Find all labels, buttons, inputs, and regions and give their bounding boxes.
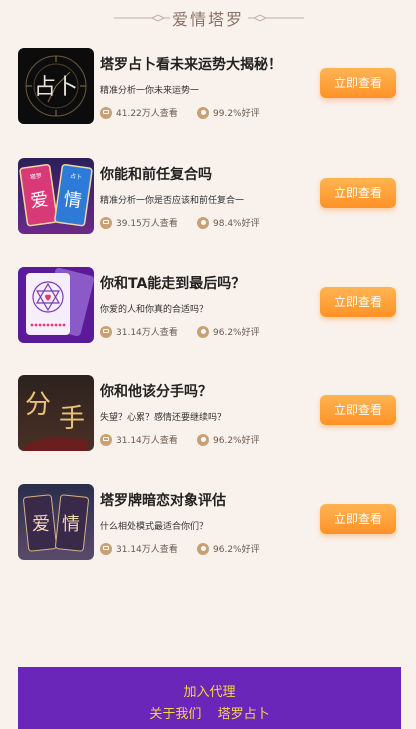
thumb-text: 占卜 xyxy=(34,75,78,100)
clock-divination-icon: 占卜 xyxy=(18,48,94,124)
views-icon xyxy=(100,325,112,338)
list-item[interactable]: 塔罗 爱 占卜 情 你能和前任复合吗 精准分析一你是否应该和前任复合一 39.1… xyxy=(18,158,402,238)
header-ornament-right-icon xyxy=(248,14,304,22)
rating-stat: 96.2%好评 xyxy=(197,542,260,555)
item-thumbnail: 分 手 xyxy=(18,375,94,451)
item-thumbnail xyxy=(18,267,94,343)
footer-links: 关于我们 塔罗占卜 xyxy=(18,703,401,722)
view-now-button[interactable]: 立即查看 xyxy=(320,395,396,425)
thumbs-up-icon xyxy=(197,106,209,119)
rating-stat: 98.4%好评 xyxy=(197,216,260,229)
thumbs-up-icon xyxy=(197,542,209,555)
page-title: 爱情塔罗 xyxy=(171,10,244,29)
rating-value: 96.2%好评 xyxy=(213,436,260,446)
thumbs-up-icon xyxy=(197,325,209,338)
thumb-text: 爱 xyxy=(29,189,50,212)
rating-stat: 96.2%好评 xyxy=(197,325,260,338)
list-item[interactable]: 你和TA能走到最后吗？ 你爱的人和你真的合适吗？ 31.14万人查看 96.2%… xyxy=(18,267,402,347)
thumb-label: 塔罗 xyxy=(29,172,42,182)
item-description: 失望？心累？感情还要继续吗？ xyxy=(100,413,227,423)
item-thumbnail: 塔罗 爱 占卜 情 xyxy=(18,158,94,234)
view-now-button[interactable]: 立即查看 xyxy=(320,68,396,98)
item-thumbnail: 爱 情 xyxy=(18,484,94,560)
join-agent-link[interactable]: 加入代理 xyxy=(18,681,401,700)
views-icon xyxy=(100,542,112,555)
footer: 加入代理 关于我们 塔罗占卜 xyxy=(18,667,401,729)
views-count: 31.14万人查看 xyxy=(116,545,178,555)
thumb-text: 爱 xyxy=(32,514,50,535)
hexagram-card-icon xyxy=(18,267,94,343)
breakup-calligraphy-icon: 分 手 xyxy=(18,375,94,451)
item-description: 精准分析一你是否应该和前任复合一 xyxy=(100,196,245,206)
rating-stat: 99.2%好评 xyxy=(197,106,260,119)
item-title: 塔罗牌暗恋对象评估 xyxy=(100,493,226,509)
rating-value: 96.2%好评 xyxy=(213,545,260,555)
thumb-text: 分 xyxy=(25,390,51,420)
thumbs-up-icon xyxy=(197,433,209,446)
rating-value: 96.2%好评 xyxy=(213,328,260,338)
rating-value: 99.2%好评 xyxy=(213,109,260,119)
thumb-text: 手 xyxy=(59,404,85,434)
item-title: 你和他该分手吗？ xyxy=(100,384,212,400)
item-description: 精准分析一你未来运势一 xyxy=(100,86,200,96)
views-count: 41.22万人查看 xyxy=(116,109,178,119)
item-title: 你能和前任复合吗 xyxy=(100,167,212,183)
love-cards-icon: 爱 情 xyxy=(18,484,94,560)
views-count: 31.14万人查看 xyxy=(116,328,178,338)
views-stat: 39.15万人查看 xyxy=(100,216,178,229)
section-header: 爱情塔罗 xyxy=(0,0,416,38)
list-item[interactable]: 占卜 塔罗占卜看未来运势大揭秘！ 精准分析一你未来运势一 41.22万人查看 9… xyxy=(18,48,402,128)
views-stat: 41.22万人查看 xyxy=(100,106,178,119)
item-description: 什么相处模式最适合你们？ xyxy=(100,522,209,532)
views-count: 39.15万人查看 xyxy=(116,219,178,229)
view-now-button[interactable]: 立即查看 xyxy=(320,178,396,208)
thumb-text: 情 xyxy=(62,189,83,212)
tarot-divination-link[interactable]: 塔罗占卜 xyxy=(218,707,270,722)
item-title: 你和TA能走到最后吗？ xyxy=(100,276,246,292)
views-stat: 31.14万人查看 xyxy=(100,325,178,338)
item-description: 你爱的人和你真的合适吗？ xyxy=(100,305,209,315)
thumbs-up-icon xyxy=(197,216,209,229)
thumb-text: 情 xyxy=(62,514,80,535)
item-title: 塔罗占卜看未来运势大揭秘！ xyxy=(100,57,282,73)
list-item[interactable]: 分 手 你和他该分手吗？ 失望？心累？感情还要继续吗？ 31.14万人查看 96… xyxy=(18,375,402,455)
views-stat: 31.14万人查看 xyxy=(100,542,178,555)
views-stat: 31.14万人查看 xyxy=(100,433,178,446)
about-us-link[interactable]: 关于我们 xyxy=(149,707,201,722)
views-icon xyxy=(100,216,112,229)
thumb-label: 占卜 xyxy=(70,172,83,182)
views-icon xyxy=(100,106,112,119)
rating-value: 98.4%好评 xyxy=(213,219,260,229)
list-item[interactable]: 爱 情 塔罗牌暗恋对象评估 什么相处模式最适合你们？ 31.14万人查看 96.… xyxy=(18,484,402,564)
rating-stat: 96.2%好评 xyxy=(197,433,260,446)
item-thumbnail: 占卜 xyxy=(18,48,94,124)
views-count: 31.14万人查看 xyxy=(116,436,178,446)
tarot-cards-icon: 塔罗 爱 占卜 情 xyxy=(18,158,94,234)
view-now-button[interactable]: 立即查看 xyxy=(320,504,396,534)
view-now-button[interactable]: 立即查看 xyxy=(320,287,396,317)
views-icon xyxy=(100,433,112,446)
